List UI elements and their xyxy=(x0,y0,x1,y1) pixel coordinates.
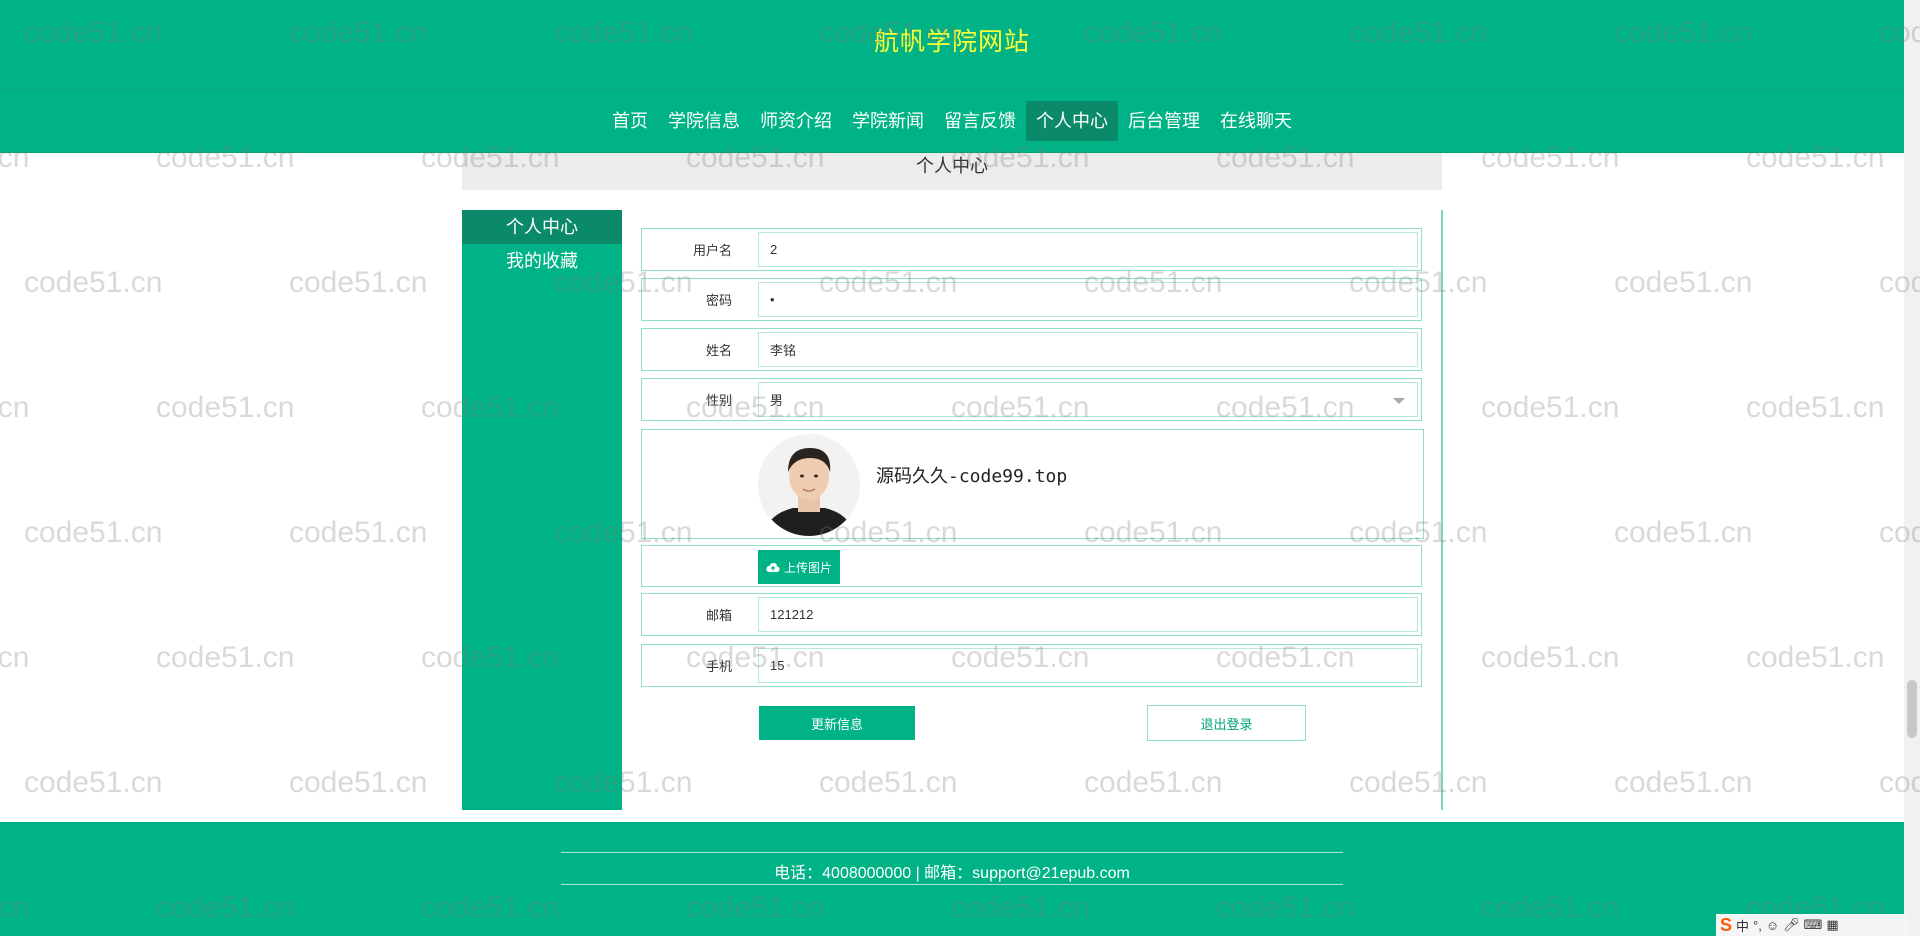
chevron-down-icon xyxy=(1393,397,1405,404)
site-header: 航帆学院网站 首页 学院信息 师资介绍 学院新闻 留言反馈 个人中心 后台管理 … xyxy=(0,0,1904,153)
watermark-text: code51.cn xyxy=(1084,766,1223,799)
upload-image-button[interactable]: 上传图片 xyxy=(758,550,840,584)
scrollbar-thumb[interactable] xyxy=(1907,680,1917,738)
avatar xyxy=(758,434,860,536)
ime-mode[interactable]: 中 xyxy=(1736,916,1749,935)
watermark-text: code51.cn xyxy=(1614,516,1753,549)
watermark-text: code51.cn xyxy=(1481,641,1620,674)
username-label: 用户名 xyxy=(692,243,732,258)
watermark-text: code51.cn xyxy=(0,641,30,674)
side-item-favorites[interactable]: 我的收藏 xyxy=(462,244,622,278)
watermark-text: code51.cn xyxy=(1746,641,1885,674)
keyboard-icon[interactable]: ⌨ xyxy=(1804,917,1823,933)
page-scrollbar[interactable] xyxy=(1904,0,1920,936)
watermark-text: code51.cn xyxy=(289,266,428,299)
avatar-row: 源码久久-code99.top xyxy=(641,429,1424,539)
form-row-name: 姓名 李铭 xyxy=(641,328,1422,371)
watermark-text: code51.cn xyxy=(819,766,958,799)
nav-item-feedback[interactable]: 留言反馈 xyxy=(934,101,1026,141)
phone-label: 手机 xyxy=(705,659,732,674)
nav-item-college-info[interactable]: 学院信息 xyxy=(658,101,750,141)
watermark-text: code51.cn xyxy=(24,516,163,549)
nav-item-admin[interactable]: 后台管理 xyxy=(1118,101,1210,141)
toolbox-icon[interactable]: ▦ xyxy=(1826,917,1838,933)
password-label: 密码 xyxy=(705,293,732,308)
page-title: 个人中心 xyxy=(462,153,1442,190)
side-menu: 个人中心 我的收藏 xyxy=(462,210,622,810)
content-divider xyxy=(1441,210,1443,810)
ime-tray: S 中 °, ☺ 🎤︎ ⌨ ▦ xyxy=(1716,914,1908,936)
sogou-logo-icon: S xyxy=(1720,914,1733,935)
form-row-gender: 性别 男 xyxy=(641,378,1422,421)
watermark-text: code51.cn xyxy=(1746,391,1885,424)
cloud-upload-icon xyxy=(766,562,780,572)
gender-label: 性别 xyxy=(705,393,732,408)
logout-button[interactable]: 退出登录 xyxy=(1147,705,1306,741)
watermark-text: code51.cn xyxy=(289,516,428,549)
watermark-text: code51.cn xyxy=(1614,266,1753,299)
nav-item-faculty[interactable]: 师资介绍 xyxy=(750,101,842,141)
emoji-icon[interactable]: ☺ xyxy=(1766,918,1779,933)
watermark-text: code51.cn xyxy=(0,391,30,424)
footer-contact: 电话：4008000000 | 邮箱：support@21epub.com xyxy=(774,865,1130,882)
phone-input[interactable]: 15 xyxy=(758,648,1418,683)
side-item-profile[interactable]: 个人中心 xyxy=(462,210,622,244)
nav-item-profile[interactable]: 个人中心 xyxy=(1026,101,1118,141)
form-row-password: 密码 • xyxy=(641,278,1422,321)
microphone-icon[interactable]: 🎤︎ xyxy=(1783,917,1800,933)
nav-item-news[interactable]: 学院新闻 xyxy=(842,101,934,141)
watermark-text: code51.cn xyxy=(24,266,163,299)
gender-value: 男 xyxy=(770,393,784,408)
upload-label: 上传图片 xyxy=(783,560,832,575)
site-title: 航帆学院网站 xyxy=(873,28,1030,56)
watermark-text: code51.cn xyxy=(289,766,428,799)
nav-item-home[interactable]: 首页 xyxy=(602,101,658,141)
form-row-phone: 手机 15 xyxy=(641,644,1422,687)
email-label: 邮箱 xyxy=(705,608,732,623)
gender-select[interactable]: 男 xyxy=(758,382,1418,417)
username-input[interactable]: 2 xyxy=(758,232,1418,267)
upload-row: 上传图片 xyxy=(641,545,1422,587)
header-divider xyxy=(0,90,1904,91)
punctuation-icon[interactable]: °, xyxy=(1753,918,1762,933)
main-nav: 首页 学院信息 师资介绍 学院新闻 留言反馈 个人中心 后台管理 在线聊天 xyxy=(0,101,1904,141)
footer-divider-top xyxy=(561,852,1343,853)
form-row-email: 邮箱 121212 xyxy=(641,593,1422,636)
watermark-text: code51.cn xyxy=(1481,391,1620,424)
email-input[interactable]: 121212 xyxy=(758,597,1418,632)
avatar-caption: 源码久久-code99.top xyxy=(876,466,1068,487)
name-label: 姓名 xyxy=(705,343,732,358)
watermark-text: code51.cn xyxy=(24,766,163,799)
watermark-text: code51.cn xyxy=(156,641,295,674)
avatar-image xyxy=(758,434,860,536)
name-input[interactable]: 李铭 xyxy=(758,332,1418,367)
watermark-text: code51.cn xyxy=(156,391,295,424)
watermark-text: code51.cn xyxy=(1614,766,1753,799)
footer-divider-bottom xyxy=(561,884,1343,885)
update-info-button[interactable]: 更新信息 xyxy=(759,706,915,740)
watermark-text: code51.cn xyxy=(1349,766,1488,799)
password-input[interactable]: • xyxy=(758,282,1418,317)
form-row-username: 用户名 2 xyxy=(641,228,1422,271)
nav-item-chat[interactable]: 在线聊天 xyxy=(1210,101,1302,141)
